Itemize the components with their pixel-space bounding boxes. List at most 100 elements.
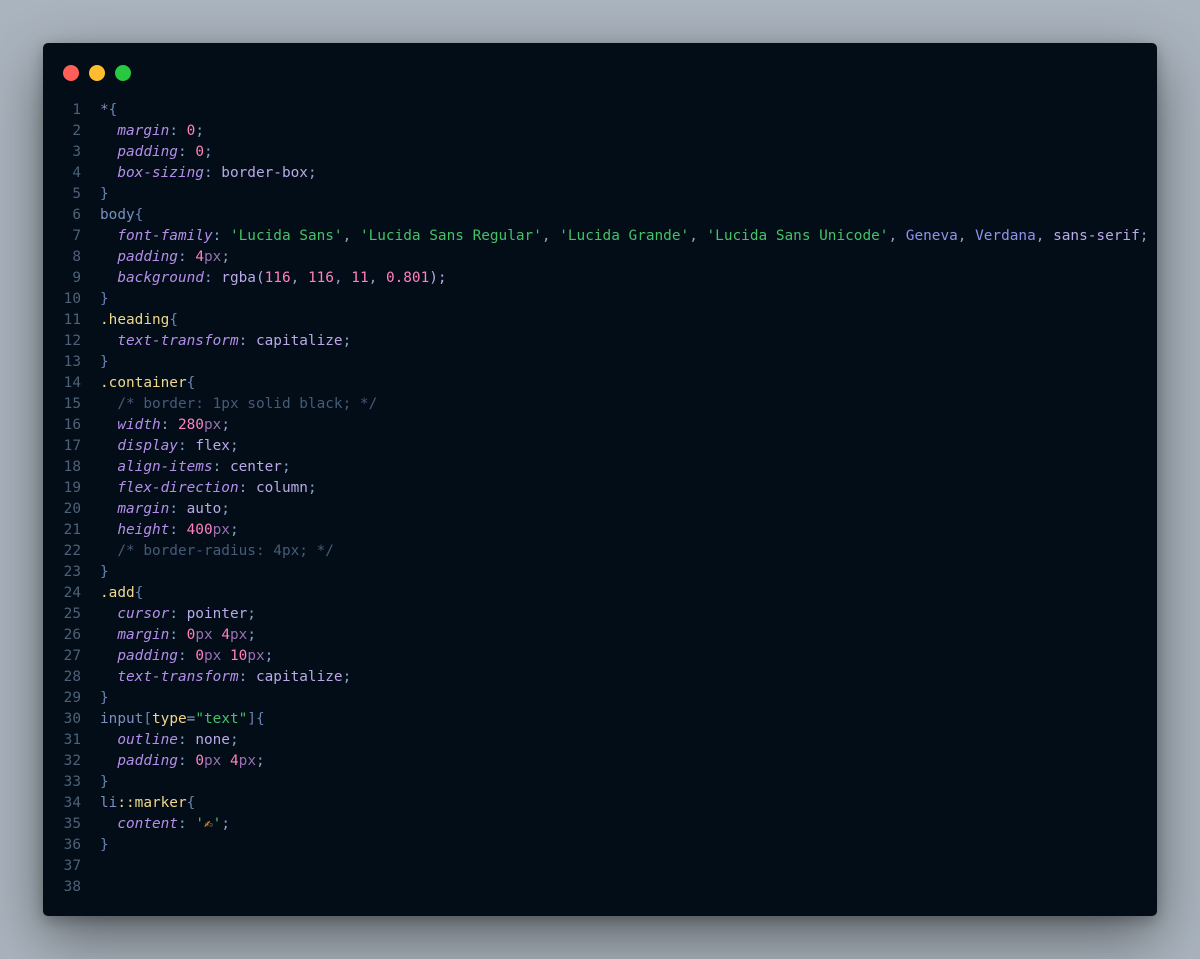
- code-token: px: [238, 753, 256, 769]
- code-token: *: [100, 102, 109, 118]
- line-number: 22: [63, 543, 81, 559]
- code-token: /* border: 1px solid black; */: [117, 396, 378, 412]
- code-text: input[type="text"]{: [100, 709, 265, 730]
- code-token: ;: [264, 648, 274, 664]
- code-token: ;: [229, 522, 239, 538]
- code-token: px: [195, 627, 213, 643]
- code-text: body{: [100, 205, 143, 226]
- code-text: background: rgba(116, 116, 11, 0.801);: [100, 268, 447, 289]
- code-line: 23}: [43, 562, 1157, 583]
- code-token: background: [117, 270, 204, 286]
- code-token: :: [177, 816, 196, 832]
- code-line: 34 li::marker{: [43, 793, 1157, 814]
- code-text: .add{: [100, 583, 143, 604]
- code-token: :: [177, 249, 196, 265]
- line-number: 37: [63, 858, 81, 874]
- code-token: ,: [689, 228, 707, 244]
- code-token: 0.801: [385, 270, 430, 286]
- code-token: :: [212, 228, 230, 244]
- code-line: 17 display: flex;: [43, 436, 1157, 457]
- line-number: 26: [63, 627, 81, 643]
- code-line: 2 margin: 0;: [43, 121, 1157, 142]
- code-token: ;: [221, 417, 230, 433]
- code-token: padding: [117, 249, 178, 265]
- code-token: {: [186, 375, 196, 391]
- code-text: .container{: [100, 373, 195, 394]
- code-token: font-family: [117, 228, 213, 244]
- code-token: ;: [307, 480, 317, 496]
- line-number: 15: [63, 396, 81, 412]
- code-line: 33}: [43, 772, 1157, 793]
- line-number: 16: [63, 417, 81, 433]
- code-token: ,: [342, 228, 360, 244]
- code-line: 15 /* border: 1px solid black; */: [43, 394, 1157, 415]
- line-number: 5: [72, 186, 81, 202]
- code-text: padding: 0px 10px;: [100, 646, 273, 667]
- code-text: text-transform: capitalize;: [100, 667, 351, 688]
- code-text: }: [100, 835, 109, 856]
- code-token: input: [100, 711, 144, 727]
- line-number: 7: [72, 228, 81, 244]
- line-number: 30: [63, 711, 81, 727]
- code-token: 'Lucida Grande': [559, 228, 690, 244]
- line-number: 9: [72, 270, 81, 286]
- code-token: {: [169, 312, 178, 328]
- code-line: 28 text-transform: capitalize;: [43, 667, 1157, 688]
- line-number: 36: [63, 837, 81, 853]
- code-token: {: [186, 795, 196, 811]
- code-token: height: [117, 522, 170, 538]
- code-token: 'Lucida Sans': [229, 228, 343, 244]
- code-token: 4: [229, 753, 239, 769]
- line-number: 38: [63, 879, 81, 895]
- code-token: ;: [255, 753, 265, 769]
- minimize-button[interactable]: [89, 65, 105, 81]
- code-token: :: [169, 606, 187, 622]
- code-token: type: [152, 711, 187, 727]
- code-token: padding: [117, 753, 178, 769]
- code-token: :: [203, 165, 222, 181]
- line-number: 27: [63, 648, 81, 664]
- code-token: Geneva: [905, 228, 958, 244]
- code-line: 13}: [43, 352, 1157, 373]
- code-token: 4: [221, 627, 230, 643]
- line-number: 1: [72, 102, 81, 118]
- line-number: 17: [63, 438, 81, 454]
- code-line: 19 flex-direction: column;: [43, 478, 1157, 499]
- code-line: 5}: [43, 184, 1157, 205]
- code-line: 38: [43, 877, 1157, 898]
- code-token: box-sizing: [117, 165, 204, 181]
- line-number: 29: [63, 690, 81, 706]
- code-token: flex: [195, 438, 230, 454]
- code-token: flex-direction: [117, 480, 239, 496]
- zoom-button[interactable]: [115, 65, 131, 81]
- code-token: }: [100, 774, 109, 790]
- code-token: :: [169, 501, 187, 517]
- code-text: }: [100, 562, 109, 583]
- code-token: );: [429, 270, 447, 286]
- code-token: ;: [221, 501, 230, 517]
- code-token: ,: [957, 228, 976, 244]
- code-token: 400: [186, 522, 213, 538]
- code-token: px: [212, 522, 230, 538]
- line-number: 2: [72, 123, 81, 139]
- close-button[interactable]: [63, 65, 79, 81]
- code-token: text-transform: [117, 669, 239, 685]
- code-token: display: [117, 438, 178, 454]
- code-token: 0: [186, 123, 196, 139]
- code-token: align-items: [117, 459, 213, 475]
- code-line: 11 .heading{: [43, 310, 1157, 331]
- code-token: px: [247, 648, 265, 664]
- code-token: 10: [229, 648, 248, 664]
- code-token: 0: [186, 627, 196, 643]
- code-text: }: [100, 352, 109, 373]
- code-line: 14 .container{: [43, 373, 1157, 394]
- code-token: px: [203, 753, 222, 769]
